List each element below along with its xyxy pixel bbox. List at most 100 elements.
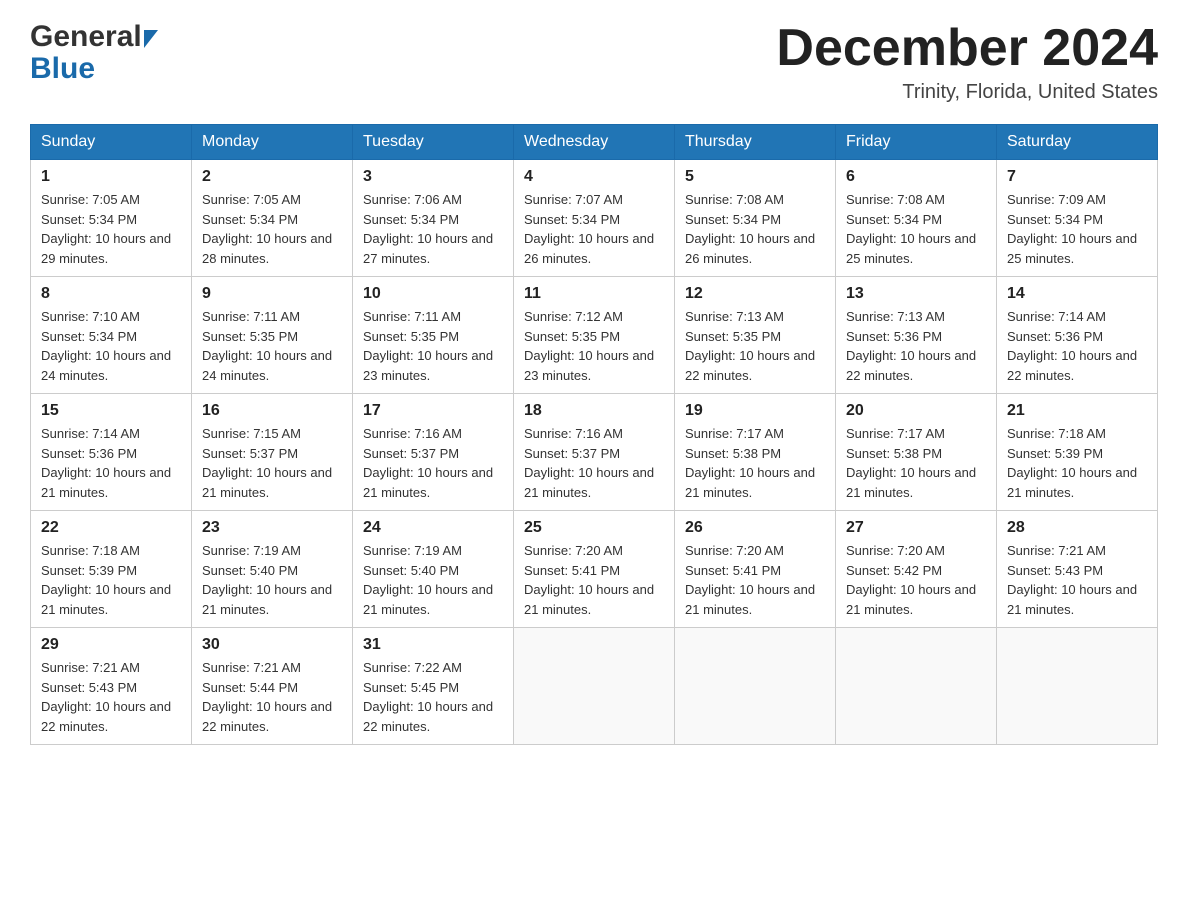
day-number: 31 (363, 636, 503, 654)
calendar-table: SundayMondayTuesdayWednesdayThursdayFrid… (30, 124, 1158, 745)
day-number: 2 (202, 168, 342, 186)
calendar-cell: 6Sunrise: 7:08 AMSunset: 5:34 PMDaylight… (836, 160, 997, 277)
calendar-cell: 21 Sunrise: 7:18 AMSunset: 5:39 PMDayligh… (997, 394, 1158, 511)
calendar-cell: 14 Sunrise: 7:14 AMSunset: 5:36 PMDayligh… (997, 277, 1158, 394)
day-number: 24 (363, 519, 503, 537)
day-number: 14 (1007, 285, 1147, 303)
calendar-week-row: 15 Sunrise: 7:14 AMSunset: 5:36 PMDayligh… (31, 394, 1158, 511)
day-number: 6 (846, 168, 986, 186)
day-info: Sunrise: 7:17 AMSunset: 5:38 PMDaylight:… (846, 424, 986, 502)
day-number: 16 (202, 402, 342, 420)
day-info: Sunrise: 7:14 AMSunset: 5:36 PMDaylight:… (1007, 307, 1147, 385)
calendar-cell: 10Sunrise: 7:11 AMSunset: 5:35 PMDayligh… (353, 277, 514, 394)
weekday-header-row: SundayMondayTuesdayWednesdayThursdayFrid… (31, 125, 1158, 160)
day-info: Sunrise: 7:16 AMSunset: 5:37 PMDaylight:… (363, 424, 503, 502)
day-info: Sunrise: 7:20 AMSunset: 5:41 PMDaylight:… (685, 541, 825, 619)
calendar-cell: 19Sunrise: 7:17 AMSunset: 5:38 PMDayligh… (675, 394, 836, 511)
calendar-cell: 17 Sunrise: 7:16 AMSunset: 5:37 PMDayligh… (353, 394, 514, 511)
calendar-cell: 3 Sunrise: 7:06 AMSunset: 5:34 PMDaylight… (353, 160, 514, 277)
weekday-header-thursday: Thursday (675, 125, 836, 160)
location-text: Trinity, Florida, United States (776, 81, 1158, 104)
calendar-cell: 5 Sunrise: 7:08 AMSunset: 5:34 PMDaylight… (675, 160, 836, 277)
calendar-cell: 28Sunrise: 7:21 AMSunset: 5:43 PMDayligh… (997, 511, 1158, 628)
day-info: Sunrise: 7:14 AMSunset: 5:36 PMDaylight:… (41, 424, 181, 502)
day-number: 15 (41, 402, 181, 420)
weekday-header-tuesday: Tuesday (353, 125, 514, 160)
page-header: General Blue December 2024 Trinity, Flor… (30, 20, 1158, 104)
day-number: 29 (41, 636, 181, 654)
day-info: Sunrise: 7:19 AMSunset: 5:40 PMDaylight:… (363, 541, 503, 619)
day-info: Sunrise: 7:19 AMSunset: 5:40 PMDaylight:… (202, 541, 342, 619)
weekday-header-sunday: Sunday (31, 125, 192, 160)
weekday-header-saturday: Saturday (997, 125, 1158, 160)
day-number: 3 (363, 168, 503, 186)
calendar-cell: 23Sunrise: 7:19 AMSunset: 5:40 PMDayligh… (192, 511, 353, 628)
day-info: Sunrise: 7:18 AMSunset: 5:39 PMDaylight:… (1007, 424, 1147, 502)
day-number: 12 (685, 285, 825, 303)
day-number: 19 (685, 402, 825, 420)
day-info: Sunrise: 7:18 AMSunset: 5:39 PMDaylight:… (41, 541, 181, 619)
day-info: Sunrise: 7:07 AMSunset: 5:34 PMDaylight:… (524, 190, 664, 268)
day-info: Sunrise: 7:20 AMSunset: 5:42 PMDaylight:… (846, 541, 986, 619)
day-info: Sunrise: 7:20 AMSunset: 5:41 PMDaylight:… (524, 541, 664, 619)
day-number: 5 (685, 168, 825, 186)
day-number: 17 (363, 402, 503, 420)
day-info: Sunrise: 7:13 AMSunset: 5:35 PMDaylight:… (685, 307, 825, 385)
day-number: 1 (41, 168, 181, 186)
weekday-header-friday: Friday (836, 125, 997, 160)
day-info: Sunrise: 7:10 AMSunset: 5:34 PMDaylight:… (41, 307, 181, 385)
day-info: Sunrise: 7:05 AMSunset: 5:34 PMDaylight:… (202, 190, 342, 268)
calendar-cell: 1Sunrise: 7:05 AMSunset: 5:34 PMDaylight… (31, 160, 192, 277)
day-info: Sunrise: 7:21 AMSunset: 5:43 PMDaylight:… (41, 658, 181, 736)
calendar-cell: 30Sunrise: 7:21 AMSunset: 5:44 PMDayligh… (192, 628, 353, 745)
day-info: Sunrise: 7:06 AMSunset: 5:34 PMDaylight:… (363, 190, 503, 268)
day-number: 18 (524, 402, 664, 420)
day-number: 7 (1007, 168, 1147, 186)
calendar-cell (997, 628, 1158, 745)
logo-general-text: General (30, 20, 142, 54)
calendar-cell: 22Sunrise: 7:18 AMSunset: 5:39 PMDayligh… (31, 511, 192, 628)
calendar-cell (514, 628, 675, 745)
day-number: 9 (202, 285, 342, 303)
calendar-cell: 29 Sunrise: 7:21 AMSunset: 5:43 PMDayligh… (31, 628, 192, 745)
day-number: 4 (524, 168, 664, 186)
weekday-header-monday: Monday (192, 125, 353, 160)
day-number: 21 (1007, 402, 1147, 420)
day-number: 11 (524, 285, 664, 303)
calendar-cell: 4 Sunrise: 7:07 AMSunset: 5:34 PMDaylight… (514, 160, 675, 277)
month-title: December 2024 (776, 20, 1158, 77)
calendar-cell: 12 Sunrise: 7:13 AMSunset: 5:35 PMDayligh… (675, 277, 836, 394)
calendar-week-row: 22Sunrise: 7:18 AMSunset: 5:39 PMDayligh… (31, 511, 1158, 628)
calendar-week-row: 8Sunrise: 7:10 AMSunset: 5:34 PMDaylight… (31, 277, 1158, 394)
day-number: 26 (685, 519, 825, 537)
weekday-header-wednesday: Wednesday (514, 125, 675, 160)
calendar-cell: 11 Sunrise: 7:12 AMSunset: 5:35 PMDayligh… (514, 277, 675, 394)
day-number: 27 (846, 519, 986, 537)
day-number: 30 (202, 636, 342, 654)
day-info: Sunrise: 7:16 AMSunset: 5:37 PMDaylight:… (524, 424, 664, 502)
calendar-cell: 8Sunrise: 7:10 AMSunset: 5:34 PMDaylight… (31, 277, 192, 394)
day-number: 28 (1007, 519, 1147, 537)
calendar-cell: 18 Sunrise: 7:16 AMSunset: 5:37 PMDayligh… (514, 394, 675, 511)
day-info: Sunrise: 7:08 AMSunset: 5:34 PMDaylight:… (685, 190, 825, 268)
logo: General Blue (30, 20, 158, 86)
calendar-cell: 13 Sunrise: 7:13 AMSunset: 5:36 PMDayligh… (836, 277, 997, 394)
day-number: 13 (846, 285, 986, 303)
logo-arrow-icon (144, 30, 158, 48)
calendar-cell: 16Sunrise: 7:15 AMSunset: 5:37 PMDayligh… (192, 394, 353, 511)
day-info: Sunrise: 7:09 AMSunset: 5:34 PMDaylight:… (1007, 190, 1147, 268)
calendar-cell: 26 Sunrise: 7:20 AMSunset: 5:41 PMDayligh… (675, 511, 836, 628)
calendar-cell: 9Sunrise: 7:11 AMSunset: 5:35 PMDaylight… (192, 277, 353, 394)
calendar-cell: 2 Sunrise: 7:05 AMSunset: 5:34 PMDaylight… (192, 160, 353, 277)
day-info: Sunrise: 7:12 AMSunset: 5:35 PMDaylight:… (524, 307, 664, 385)
title-block: December 2024 Trinity, Florida, United S… (776, 20, 1158, 104)
calendar-cell: 25Sunrise: 7:20 AMSunset: 5:41 PMDayligh… (514, 511, 675, 628)
logo-blue-text: Blue (30, 52, 95, 86)
calendar-week-row: 1 Sunrise: 7:05 AMSunset: 5:34 PMDaylight… (31, 160, 1158, 277)
calendar-cell: 27 Sunrise: 7:20 AMSunset: 5:42 PMDayligh… (836, 511, 997, 628)
day-number: 20 (846, 402, 986, 420)
calendar-cell: 7 Sunrise: 7:09 AMSunset: 5:34 PMDaylight… (997, 160, 1158, 277)
calendar-cell: 15 Sunrise: 7:14 AMSunset: 5:36 PMDayligh… (31, 394, 192, 511)
calendar-cell (836, 628, 997, 745)
day-info: Sunrise: 7:13 AMSunset: 5:36 PMDaylight:… (846, 307, 986, 385)
